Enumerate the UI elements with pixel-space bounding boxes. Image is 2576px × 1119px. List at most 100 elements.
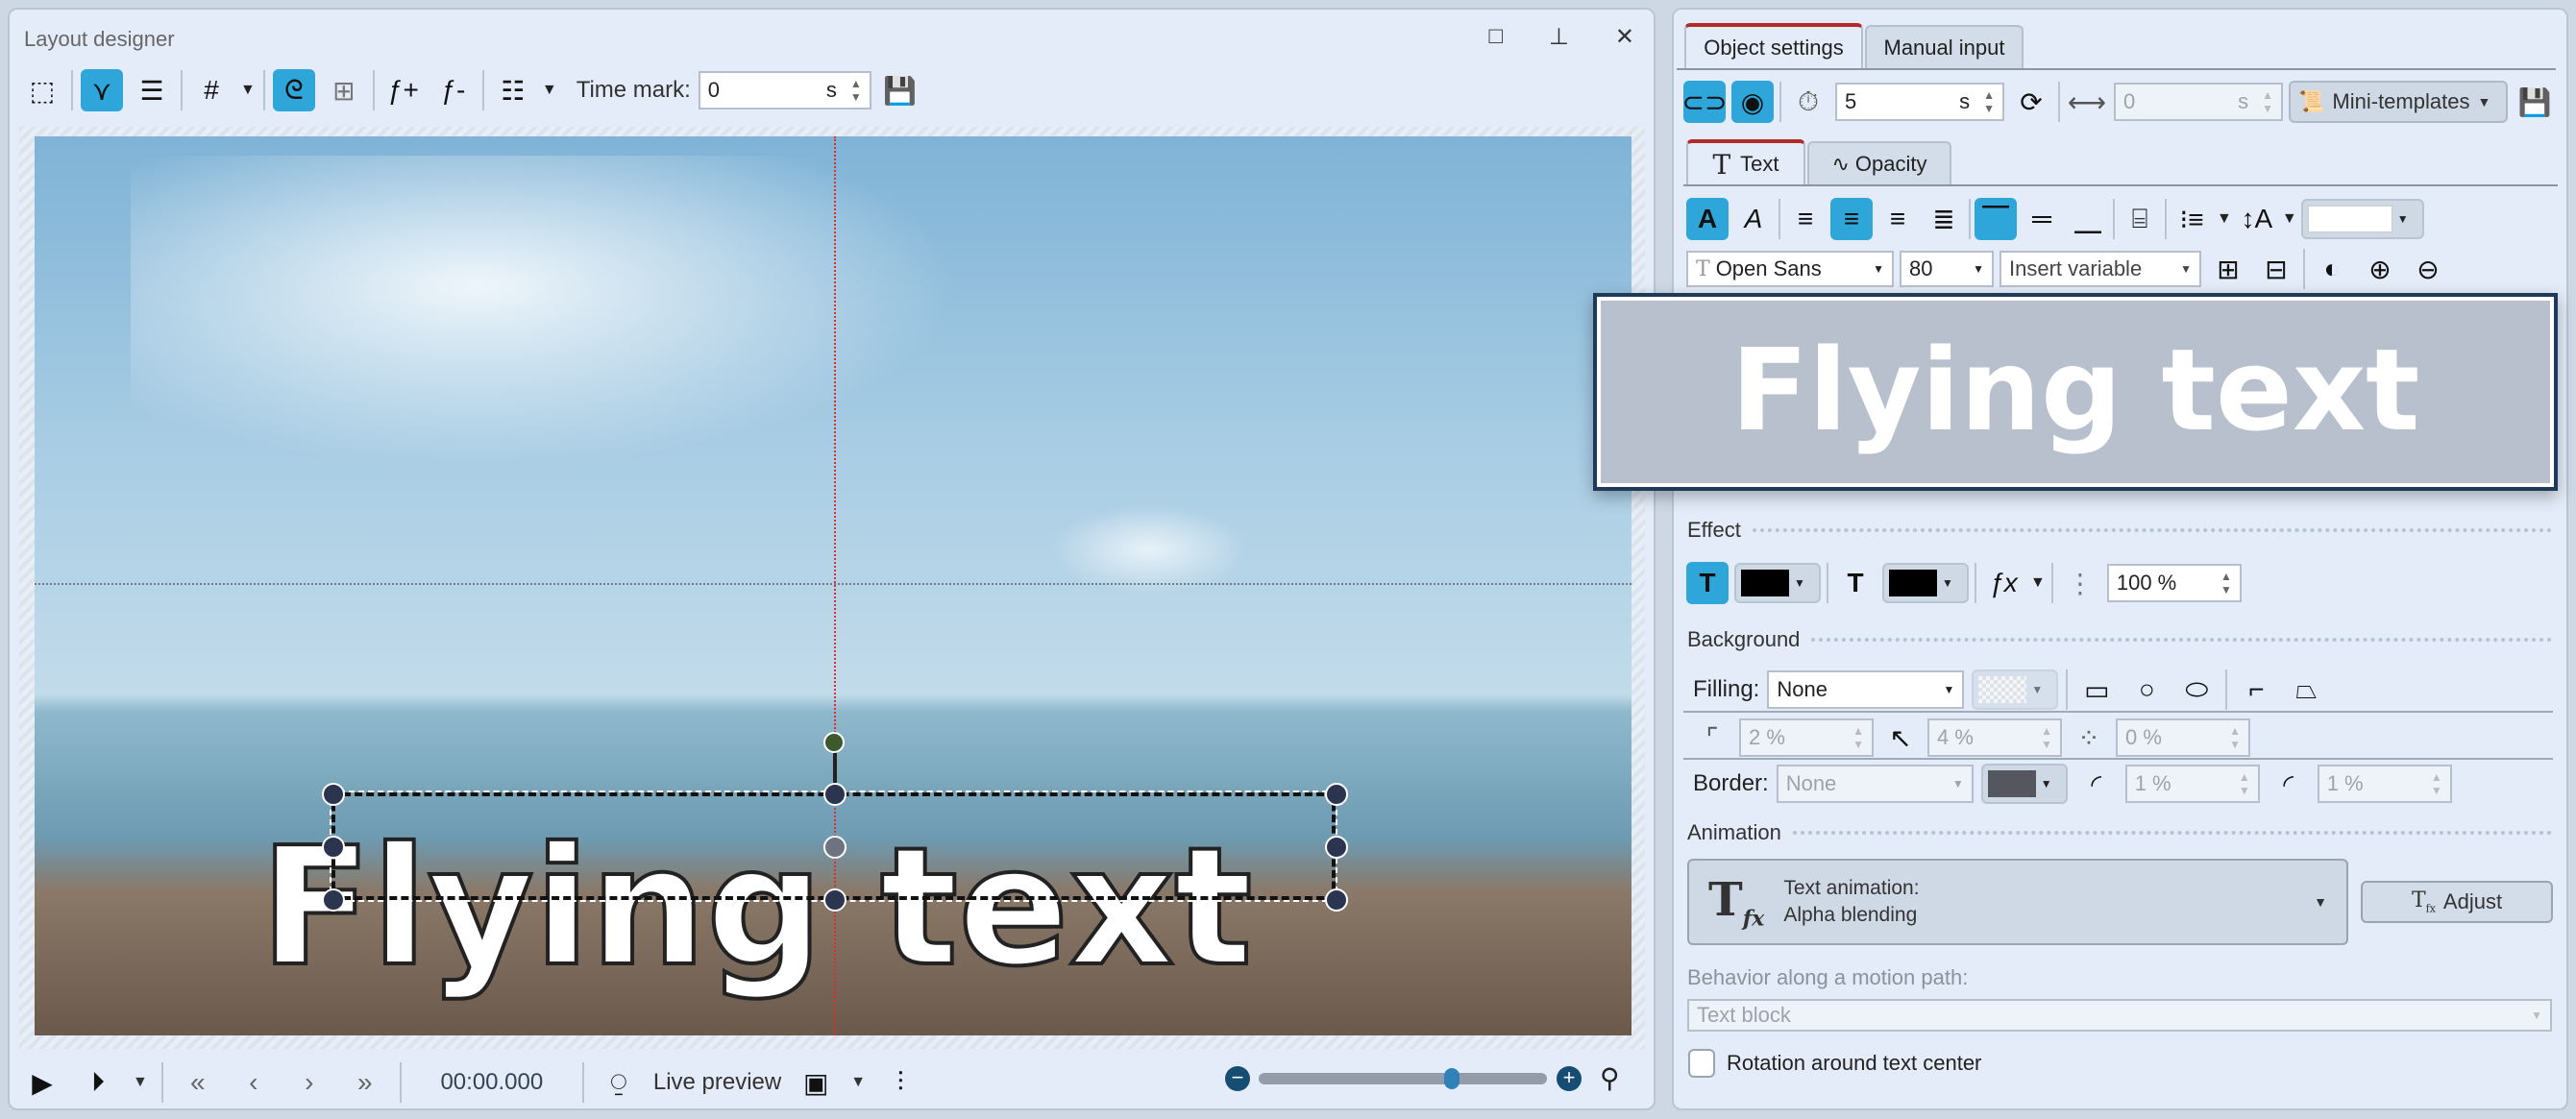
zoom-in-button[interactable]: +	[1557, 1066, 1582, 1091]
list-dropdown-icon[interactable]: ▼	[2217, 210, 2232, 228]
tab-opacity[interactable]: ∿ Opacity	[1807, 141, 1951, 185]
shape-slant-icon[interactable]: ⏢	[2285, 669, 2327, 711]
distribute-icon[interactable]: ⊞	[2207, 248, 2249, 290]
duration-input[interactable]: 5 s ▲ ▼	[1835, 83, 2004, 121]
remove-point-icon[interactable]: ƒ-	[432, 69, 475, 111]
font-select[interactable]: T Open Sans ▼	[1686, 251, 1894, 287]
align-left-icon[interactable]: ≡	[1784, 198, 1827, 240]
rotation-handle[interactable]	[823, 732, 845, 753]
previous-icon[interactable]: ‹	[233, 1061, 275, 1104]
markers-icon[interactable]: ⫶	[879, 1061, 921, 1104]
offset-input[interactable]: 0 s ▲ ▼	[2114, 83, 2283, 121]
link-icon[interactable]: ⊂⊃	[1682, 81, 1727, 123]
zoom-out-icon[interactable]: ⊖	[2407, 248, 2449, 290]
resize-handle[interactable]	[823, 783, 846, 806]
resize-handle[interactable]	[823, 888, 846, 912]
split-icon[interactable]: ⊟	[2255, 248, 2297, 290]
select-tool-icon[interactable]: ⬚	[21, 69, 63, 111]
valign-middle-icon[interactable]: ═	[2021, 198, 2063, 240]
time-mark-input[interactable]: 0 s ▲ ▼	[698, 71, 871, 109]
bullet-list-icon[interactable]: ⁝≡	[2171, 198, 2213, 240]
justify-icon[interactable]: ≣	[1923, 198, 1965, 240]
corner-radius-input[interactable]: 4 % ▲ ▼	[1927, 718, 2062, 757]
filling-select[interactable]: None ▼	[1767, 670, 1965, 709]
padding-input[interactable]: 2 % ▲ ▼	[1739, 718, 1874, 757]
preview-dropdown-icon[interactable]: ▼	[850, 1074, 866, 1091]
ellipse-icon[interactable]: ⬭	[2175, 669, 2218, 711]
shadow-text-icon[interactable]: T	[1834, 562, 1877, 604]
tab-text[interactable]: T Text	[1686, 139, 1805, 185]
zoom-slider-thumb[interactable]	[1444, 1068, 1460, 1089]
spacing-dropdown-icon[interactable]: ▼	[2282, 210, 2297, 228]
tab-object-settings[interactable]: Object settings	[1684, 23, 1863, 69]
auto-duration-icon[interactable]: ⟳	[2010, 81, 2052, 123]
canvas-image[interactable]: Flying text	[35, 136, 1631, 1035]
fx-dropdown-icon[interactable]: ▼	[2030, 574, 2046, 592]
softness-input[interactable]: 0 % ▲ ▼	[2116, 718, 2250, 757]
live-preview-icon[interactable]: ⍜	[598, 1061, 640, 1104]
effect-opacity-input[interactable]: 100 % ▲ ▼	[2106, 564, 2242, 602]
layers-icon[interactable]: ☰	[131, 69, 173, 111]
play-from-icon[interactable]: ⏵	[77, 1061, 119, 1104]
zoom-fit-icon[interactable]: ⚲	[1600, 1062, 1620, 1094]
next-icon[interactable]: ›	[288, 1061, 331, 1104]
resize-handle[interactable]	[322, 888, 345, 912]
camera-icon[interactable]: ⊞	[323, 69, 365, 111]
align-right-icon[interactable]: ≡	[1877, 198, 1919, 240]
curve-icon[interactable]: ᘓ	[272, 69, 315, 111]
outline-text-icon[interactable]: T	[1686, 562, 1729, 604]
live-preview-button[interactable]: Live preview	[653, 1069, 781, 1096]
text-animation-select[interactable]: Tfx Text animation: Alpha blending ▼	[1687, 859, 2348, 945]
border-select[interactable]: None ▼	[1776, 765, 1974, 803]
border-radius-input[interactable]: 1 % ▲ ▼	[2317, 765, 2452, 803]
add-point-icon[interactable]: ƒ+	[382, 69, 425, 111]
contrast-icon[interactable]: ◐	[2311, 248, 2353, 290]
preview-mode-icon[interactable]: ▣	[795, 1061, 837, 1104]
outline-color-picker[interactable]: ▼	[1734, 563, 1821, 603]
mini-templates-button[interactable]: 📜 Mini-templates ▼	[2289, 81, 2508, 123]
valign-top-icon[interactable]: ⎺	[1975, 198, 2017, 240]
shadow-color-picker[interactable]: ▼	[1882, 563, 1969, 603]
fx-icon[interactable]: ƒx	[1982, 562, 2024, 604]
time-mark-spinner[interactable]: ▲ ▼	[850, 77, 862, 104]
maximize-icon[interactable]: □	[1488, 23, 1503, 51]
fast-forward-icon[interactable]: »	[344, 1061, 386, 1104]
adjust-button[interactable]: Tfx Adjust	[2361, 881, 2553, 923]
resize-handle[interactable]	[1325, 888, 1348, 912]
shape-step-icon[interactable]: ⌐	[2235, 669, 2277, 711]
zoom-in-icon[interactable]: ⊕	[2359, 248, 2401, 290]
text-frame-icon[interactable]: ⌸	[2119, 198, 2161, 240]
resize-handle[interactable]	[322, 836, 345, 859]
fill-color-picker[interactable]: ▼	[1972, 669, 2059, 710]
italic-icon[interactable]: A	[1732, 198, 1775, 240]
zoom-out-button[interactable]: −	[1225, 1066, 1250, 1091]
rectangle-icon[interactable]: ▭	[2075, 669, 2118, 711]
resize-handle[interactable]	[1325, 836, 1348, 859]
visibility-icon[interactable]: ◉	[1731, 81, 1774, 123]
circle-icon[interactable]: ○	[2125, 669, 2168, 711]
border-width-input[interactable]: 1 % ▲ ▼	[2124, 765, 2260, 803]
valign-bottom-icon[interactable]: ⎽	[2067, 198, 2109, 240]
play-icon[interactable]: ▶	[21, 1061, 63, 1104]
resize-handle[interactable]	[1325, 783, 1348, 806]
grid-dropdown-icon[interactable]: ▼	[240, 82, 256, 99]
font-size-select[interactable]: 80 ▼	[1900, 251, 1994, 287]
insert-variable-select[interactable]: Insert variable ▼	[1999, 251, 2201, 287]
center-handle[interactable]	[823, 836, 846, 859]
border-color-picker[interactable]: ▼	[1980, 764, 2068, 804]
list-icon[interactable]: ☷	[492, 69, 534, 111]
rewind-icon[interactable]: «	[177, 1061, 219, 1104]
align-center-icon[interactable]: ≡	[1830, 198, 1873, 240]
play-dropdown-icon[interactable]: ▼	[133, 1074, 148, 1091]
close-icon[interactable]: ✕	[1615, 23, 1634, 51]
behavior-select[interactable]: Text block ▼	[1687, 999, 2552, 1032]
bold-icon[interactable]: A	[1686, 198, 1729, 240]
grid-icon[interactable]: #	[190, 69, 233, 111]
save-template-icon[interactable]: 💾	[2514, 81, 2556, 123]
text-color-picker[interactable]: ▼	[2300, 199, 2424, 239]
zoom-slider[interactable]	[1259, 1068, 1547, 1089]
resize-handle[interactable]	[322, 783, 345, 806]
tab-manual-input[interactable]: Manual input	[1865, 25, 2024, 69]
pin-icon[interactable]: ⊥	[1549, 23, 1569, 51]
motion-path-icon[interactable]: ⋎	[81, 69, 123, 111]
